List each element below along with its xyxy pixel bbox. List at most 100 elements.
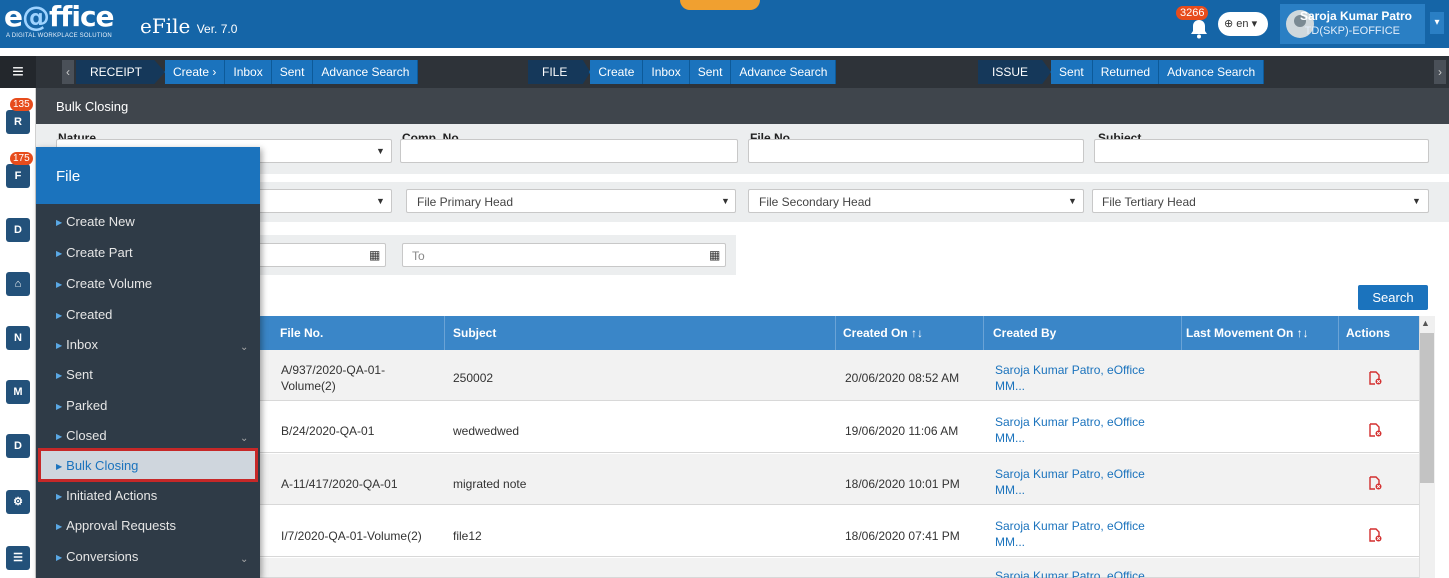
note-icon[interactable]: N [6,326,30,350]
side-item-approval-requests[interactable]: ▶ Approval Requests [56,518,176,533]
eoffice-logo[interactable]: e@ffice A DIGITAL WORKPLACE SOLUTION [4,2,115,40]
close-file-icon[interactable] [1368,528,1382,542]
cell-created-on: 18/06/2020 10:01 PM [845,477,960,491]
caret-right-icon: ▶ [56,218,63,227]
user-menu-caret-icon[interactable]: ▾ [1430,12,1444,34]
settings-icon[interactable]: ⚙ [6,490,30,514]
app-title: eFile Ver. 7.0 [140,14,238,38]
chevron-down-icon[interactable]: ⌄ [240,342,248,353]
bell-icon[interactable] [1187,18,1211,42]
side-item-inbox[interactable]: ▶ Inbox [56,337,98,352]
close-file-icon[interactable] [1368,476,1382,490]
caret-right-icon: ▶ [56,371,63,380]
tertiary-head-value: File Tertiary Head [1102,195,1196,209]
secondary-head-value: File Secondary Head [759,195,872,209]
nav-issue-returned[interactable]: Returned [1092,60,1160,84]
dispatch-icon[interactable]: D [6,218,30,242]
receipt-icon[interactable]: R [6,110,30,134]
col-divider [444,316,445,350]
nav-receipt-label[interactable]: RECEIPT [76,60,166,84]
primary-head-caret-icon: ▼ [721,196,730,206]
caret-right-icon: ▶ [56,432,63,441]
dsc-icon[interactable]: D [6,434,30,458]
inbox-tray-icon[interactable]: ⌂ [6,272,30,296]
chevron-down-icon[interactable]: ⌄ [240,554,248,565]
col-header-subject[interactable]: Subject [453,316,496,350]
side-item-closed[interactable]: ▶ Closed [56,428,107,443]
search-button[interactable]: Search [1358,285,1428,310]
side-item-bulk-closing-label: ▶ Bulk Closing [56,458,139,473]
cell-created-by[interactable]: Saroja Kumar Patro, eOffice MM... [995,414,1145,446]
side-item-initiated-actions[interactable]: ▶ Initiated Actions [56,488,157,503]
calendar-icon[interactable]: ▦ [709,248,720,262]
subject-input[interactable] [1094,139,1429,163]
movement-icon[interactable]: M [6,380,30,404]
file-no-input[interactable] [748,139,1084,163]
globe-icon: ⊕ [1224,18,1234,30]
close-file-icon[interactable] [1368,423,1382,437]
side-item-create-volume[interactable]: ▶ Create Volume [56,276,152,291]
nav-file-advance-search[interactable]: Advance Search [731,60,837,84]
to-date-placeholder: To [412,249,425,263]
file-count-badge: 175 [10,152,33,165]
caret-right-icon: ▶ [56,462,63,471]
nav-file-inbox[interactable]: Inbox [643,60,690,84]
col-header-last-movement[interactable]: Last Movement On ↑↓ [1186,316,1309,350]
nav-receipt-sent[interactable]: Sent [271,60,314,84]
close-file-icon[interactable] [1368,371,1382,385]
side-item-sent[interactable]: ▶ Sent [56,367,93,382]
nav-issue-group: ISSUE Sent Returned Advance Search [978,60,1265,84]
caret-right-icon: ▶ [56,280,63,289]
col-header-created-on[interactable]: Created On ↑↓ [843,316,923,350]
cell-created-by[interactable]: Saroja Kumar Patro, eOffice MM... [995,362,1145,394]
file-icon[interactable]: F [6,164,30,188]
scroll-up-icon[interactable]: ▲ [1421,318,1430,328]
nature-caret-icon: ▼ [376,146,385,156]
cell-created-by[interactable]: Saroja Kumar Patro, eOffice MM... [995,518,1145,550]
nav-file-create[interactable]: Create [590,60,644,84]
nav-scroll-right-icon[interactable]: › [1434,60,1446,84]
nav-issue-label[interactable]: ISSUE [978,60,1052,84]
comp-no-input[interactable] [400,139,738,163]
scrollbar-thumb[interactable] [1420,333,1434,483]
side-item-create-part[interactable]: ▶ Create Part [56,245,133,260]
center-pull-tab[interactable] [680,0,760,10]
file-side-menu-title: File [56,168,81,185]
cell-created-on: 18/06/2020 07:41 PM [845,529,960,543]
receipt-count-badge: 135 [10,98,33,111]
user-name: Saroja Kumar Patro [1299,9,1412,23]
caret-right-icon: ▶ [56,553,63,562]
cell-created-by[interactable]: Saroja Kumar Patro, eOffice MM... [995,466,1145,498]
nav-scroll-left-icon[interactable]: ‹ [62,60,74,84]
hamburger-menu-icon[interactable]: ≡ [0,56,36,88]
file-type-caret-icon: ▼ [376,196,385,206]
side-item-conversions[interactable]: ▶ Conversions [56,549,138,564]
calendar-icon[interactable]: ▦ [369,248,380,262]
file-side-menu [36,147,260,578]
nav-receipt-inbox[interactable]: Inbox [225,60,272,84]
col-header-file-no[interactable]: File No. [280,316,323,350]
cell-created-by[interactable]: Saroja Kumar Patro, eOffice [995,568,1145,578]
to-date-input[interactable] [402,243,726,267]
nav-receipt-advance-search[interactable]: Advance Search [313,60,419,84]
nav-receipt-create[interactable]: Create › [165,60,226,84]
caret-right-icon: ▶ [56,249,63,258]
caret-right-icon: ▶ [56,492,63,501]
logo-tagline: A DIGITAL WORKPLACE SOLUTION [6,33,112,39]
nav-file-sent[interactable]: Sent [689,60,732,84]
col-header-created-by[interactable]: Created By [993,316,1056,350]
tertiary-head-caret-icon: ▼ [1412,196,1421,206]
side-item-create-new[interactable]: ▶ Create New [56,214,135,229]
reports-icon[interactable]: ☰ [6,546,30,570]
language-dropdown[interactable]: ⊕ en ▾ [1218,12,1268,36]
col-divider [983,316,984,350]
side-item-created[interactable]: ▶ Created [56,307,112,322]
nav-file-label[interactable]: FILE [528,60,591,84]
secondary-head-caret-icon: ▼ [1068,196,1077,206]
nav-issue-advance-search[interactable]: Advance Search [1159,60,1265,84]
cell-subject: file12 [453,529,482,543]
chevron-down-icon[interactable]: ⌄ [240,433,248,444]
side-item-parked[interactable]: ▶ Parked [56,398,107,413]
nav-issue-sent[interactable]: Sent [1051,60,1093,84]
col-divider [1181,316,1182,350]
